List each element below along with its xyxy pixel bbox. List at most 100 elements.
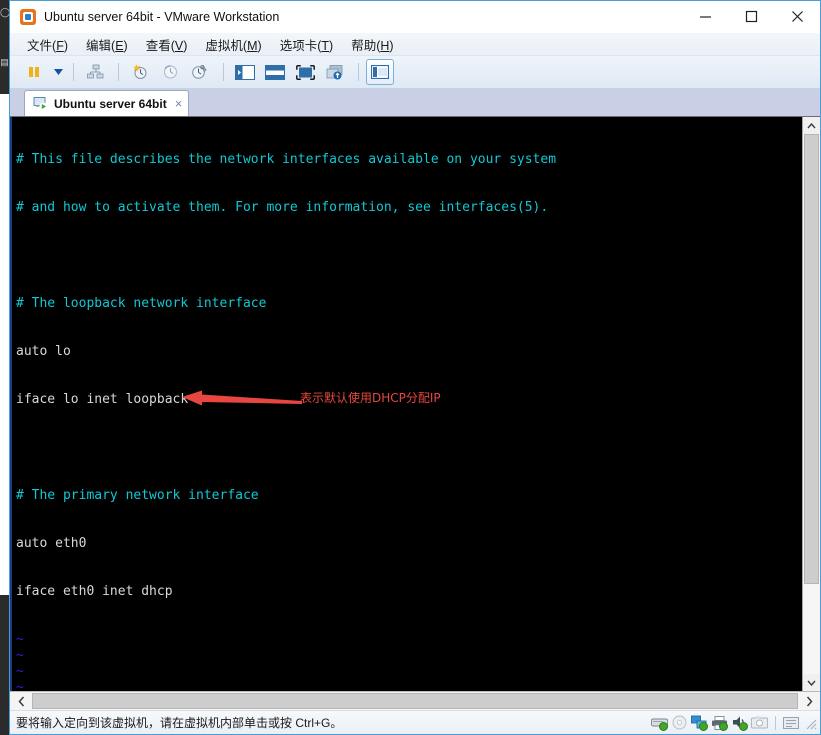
- terminal-left-edge: [10, 117, 12, 691]
- scroll-down-button[interactable]: [803, 674, 820, 691]
- camera-icon[interactable]: [750, 713, 769, 732]
- guest-screen[interactable]: # This file describes the network interf…: [10, 116, 820, 691]
- connected-indicator: [719, 722, 728, 731]
- background-glyph-2: ▤: [0, 57, 9, 67]
- console-view-icon: [371, 65, 389, 79]
- terminal-empty-line-marker: ~: [16, 664, 24, 679]
- snapshot-manager-icon: [192, 64, 207, 79]
- chevron-right-icon: [806, 696, 813, 706]
- chevron-down-icon: [807, 680, 816, 686]
- revert-snapshot-button[interactable]: [156, 59, 184, 85]
- maximize-button[interactable]: [728, 2, 774, 32]
- console-view-button[interactable]: [366, 59, 394, 85]
- menu-item-tabs-mnemonic: T: [321, 38, 330, 53]
- terminal-line: iface eth0 inet dhcp: [16, 584, 173, 599]
- pause-icon: [29, 67, 39, 77]
- toolbar-separator-2: [118, 63, 119, 81]
- menu-item-file-label: 文件: [27, 38, 53, 53]
- unity-mode-icon: [326, 65, 343, 80]
- vertical-scrollbar[interactable]: [802, 117, 820, 691]
- menu-item-view-label: 查看: [145, 38, 171, 53]
- tab-label: Ubuntu server 64bit: [54, 96, 167, 111]
- status-bar: 要将输入定向到该虚拟机，请在虚拟机内部单击或按 Ctrl+G。: [10, 710, 820, 734]
- status-message: 要将输入定向到该虚拟机，请在虚拟机内部单击或按 Ctrl+G。: [16, 716, 343, 730]
- take-snapshot-button[interactable]: [126, 59, 154, 85]
- horizontal-scroll-thumb[interactable]: [32, 693, 798, 709]
- background-glyph-1: ◯: [0, 7, 11, 17]
- terminal-text: # This file describes the network interf…: [16, 120, 802, 691]
- toolbar-separator-4: [358, 63, 359, 81]
- terminal-line: iface lo inet loopback: [16, 392, 189, 407]
- tab-strip: Ubuntu server 64bit ×: [10, 89, 820, 116]
- tab-ubuntu-server-64bit[interactable]: Ubuntu server 64bit ×: [24, 90, 190, 116]
- terminal-line: # The primary network interface: [16, 488, 259, 503]
- menu-item-file-mnemonic: F: [56, 38, 64, 53]
- status-separator: [775, 715, 776, 730]
- background-window-strip-lower: [0, 595, 9, 735]
- menu-bar: 文件(F) 编辑(E) 查看(V) 虚拟机(M) 选项卡(T) 帮助(H): [10, 33, 820, 56]
- terminal-line: # and how to activate them. For more inf…: [16, 200, 549, 215]
- vmware-workstation-window: Ubuntu server 64bit - VMware Workstation…: [9, 0, 821, 735]
- chevron-down-icon: [53, 69, 63, 75]
- menu-item-tabs[interactable]: 选项卡(T): [271, 33, 343, 56]
- terminal-empty-line-marker: ~: [16, 632, 24, 647]
- vm-running-icon: [33, 96, 48, 111]
- power-dropdown[interactable]: [50, 60, 66, 84]
- menu-item-edit-label: 编辑: [86, 38, 112, 53]
- close-button[interactable]: [774, 2, 820, 32]
- minimize-button[interactable]: [682, 2, 728, 32]
- menu-item-help[interactable]: 帮助(H): [342, 33, 402, 56]
- window-title: Ubuntu server 64bit - VMware Workstation: [44, 9, 280, 24]
- vertical-scroll-thumb[interactable]: [804, 134, 819, 585]
- vmware-logo-icon: [20, 8, 36, 25]
- message-log-icon[interactable]: [781, 713, 800, 732]
- unity-mode-button[interactable]: [321, 59, 349, 85]
- maximize-icon: [745, 10, 757, 23]
- menu-item-view-mnemonic: V: [174, 38, 184, 53]
- network-topology-icon: [86, 64, 103, 79]
- chevron-left-icon: [17, 696, 24, 706]
- hard-disk-icon[interactable]: [650, 713, 669, 732]
- title-bar: Ubuntu server 64bit - VMware Workstation: [10, 1, 820, 33]
- terminal-line: auto lo: [16, 344, 71, 359]
- scroll-up-button[interactable]: [803, 117, 820, 134]
- show-library-button[interactable]: [231, 59, 259, 85]
- menu-item-file[interactable]: 文件(F): [18, 33, 77, 56]
- sound-card-icon[interactable]: [730, 713, 749, 732]
- connected-indicator: [659, 722, 668, 731]
- menu-item-edit[interactable]: 编辑(E): [77, 33, 137, 56]
- cd-dvd-icon[interactable]: [670, 713, 689, 732]
- tab-close-icon[interactable]: ×: [175, 97, 183, 110]
- menu-item-view[interactable]: 查看(V): [137, 33, 197, 56]
- horizontal-scroll-track[interactable]: [32, 692, 798, 710]
- terminal-screen[interactable]: # This file describes the network interf…: [10, 117, 802, 691]
- toolbar-separator-3: [223, 63, 224, 81]
- chevron-up-icon: [807, 122, 816, 128]
- resize-grip-icon[interactable]: [803, 716, 817, 730]
- snapshot-new-icon: [132, 64, 146, 79]
- thumbnail-bar-icon: [265, 64, 285, 80]
- minimize-icon: [699, 16, 711, 18]
- library-pane-icon: [235, 64, 255, 80]
- snapshot-manager-button[interactable]: [186, 59, 214, 85]
- connected-indicator: [739, 722, 748, 731]
- enter-fullscreen-button[interactable]: [291, 59, 319, 85]
- manage-virtual-network-button[interactable]: [81, 59, 109, 85]
- background-window-strip: ◯ ▤: [0, 0, 11, 94]
- printer-icon[interactable]: [710, 713, 729, 732]
- menu-item-vm[interactable]: 虚拟机(M): [196, 33, 270, 56]
- connected-indicator: [699, 722, 708, 731]
- horizontal-scrollbar[interactable]: [10, 691, 820, 710]
- scroll-right-button[interactable]: [798, 692, 820, 710]
- network-adapter-icon[interactable]: [690, 713, 709, 732]
- menu-item-edit-mnemonic: E: [115, 38, 124, 53]
- snapshot-revert-icon: [163, 65, 177, 79]
- vertical-scroll-track[interactable]: [803, 134, 820, 674]
- terminal-line: # The loopback network interface: [16, 296, 267, 311]
- suspend-button[interactable]: [20, 59, 48, 85]
- toolbar-separator-1: [73, 63, 74, 81]
- show-thumbnail-bar-button[interactable]: [261, 59, 289, 85]
- scroll-left-button[interactable]: [10, 692, 32, 710]
